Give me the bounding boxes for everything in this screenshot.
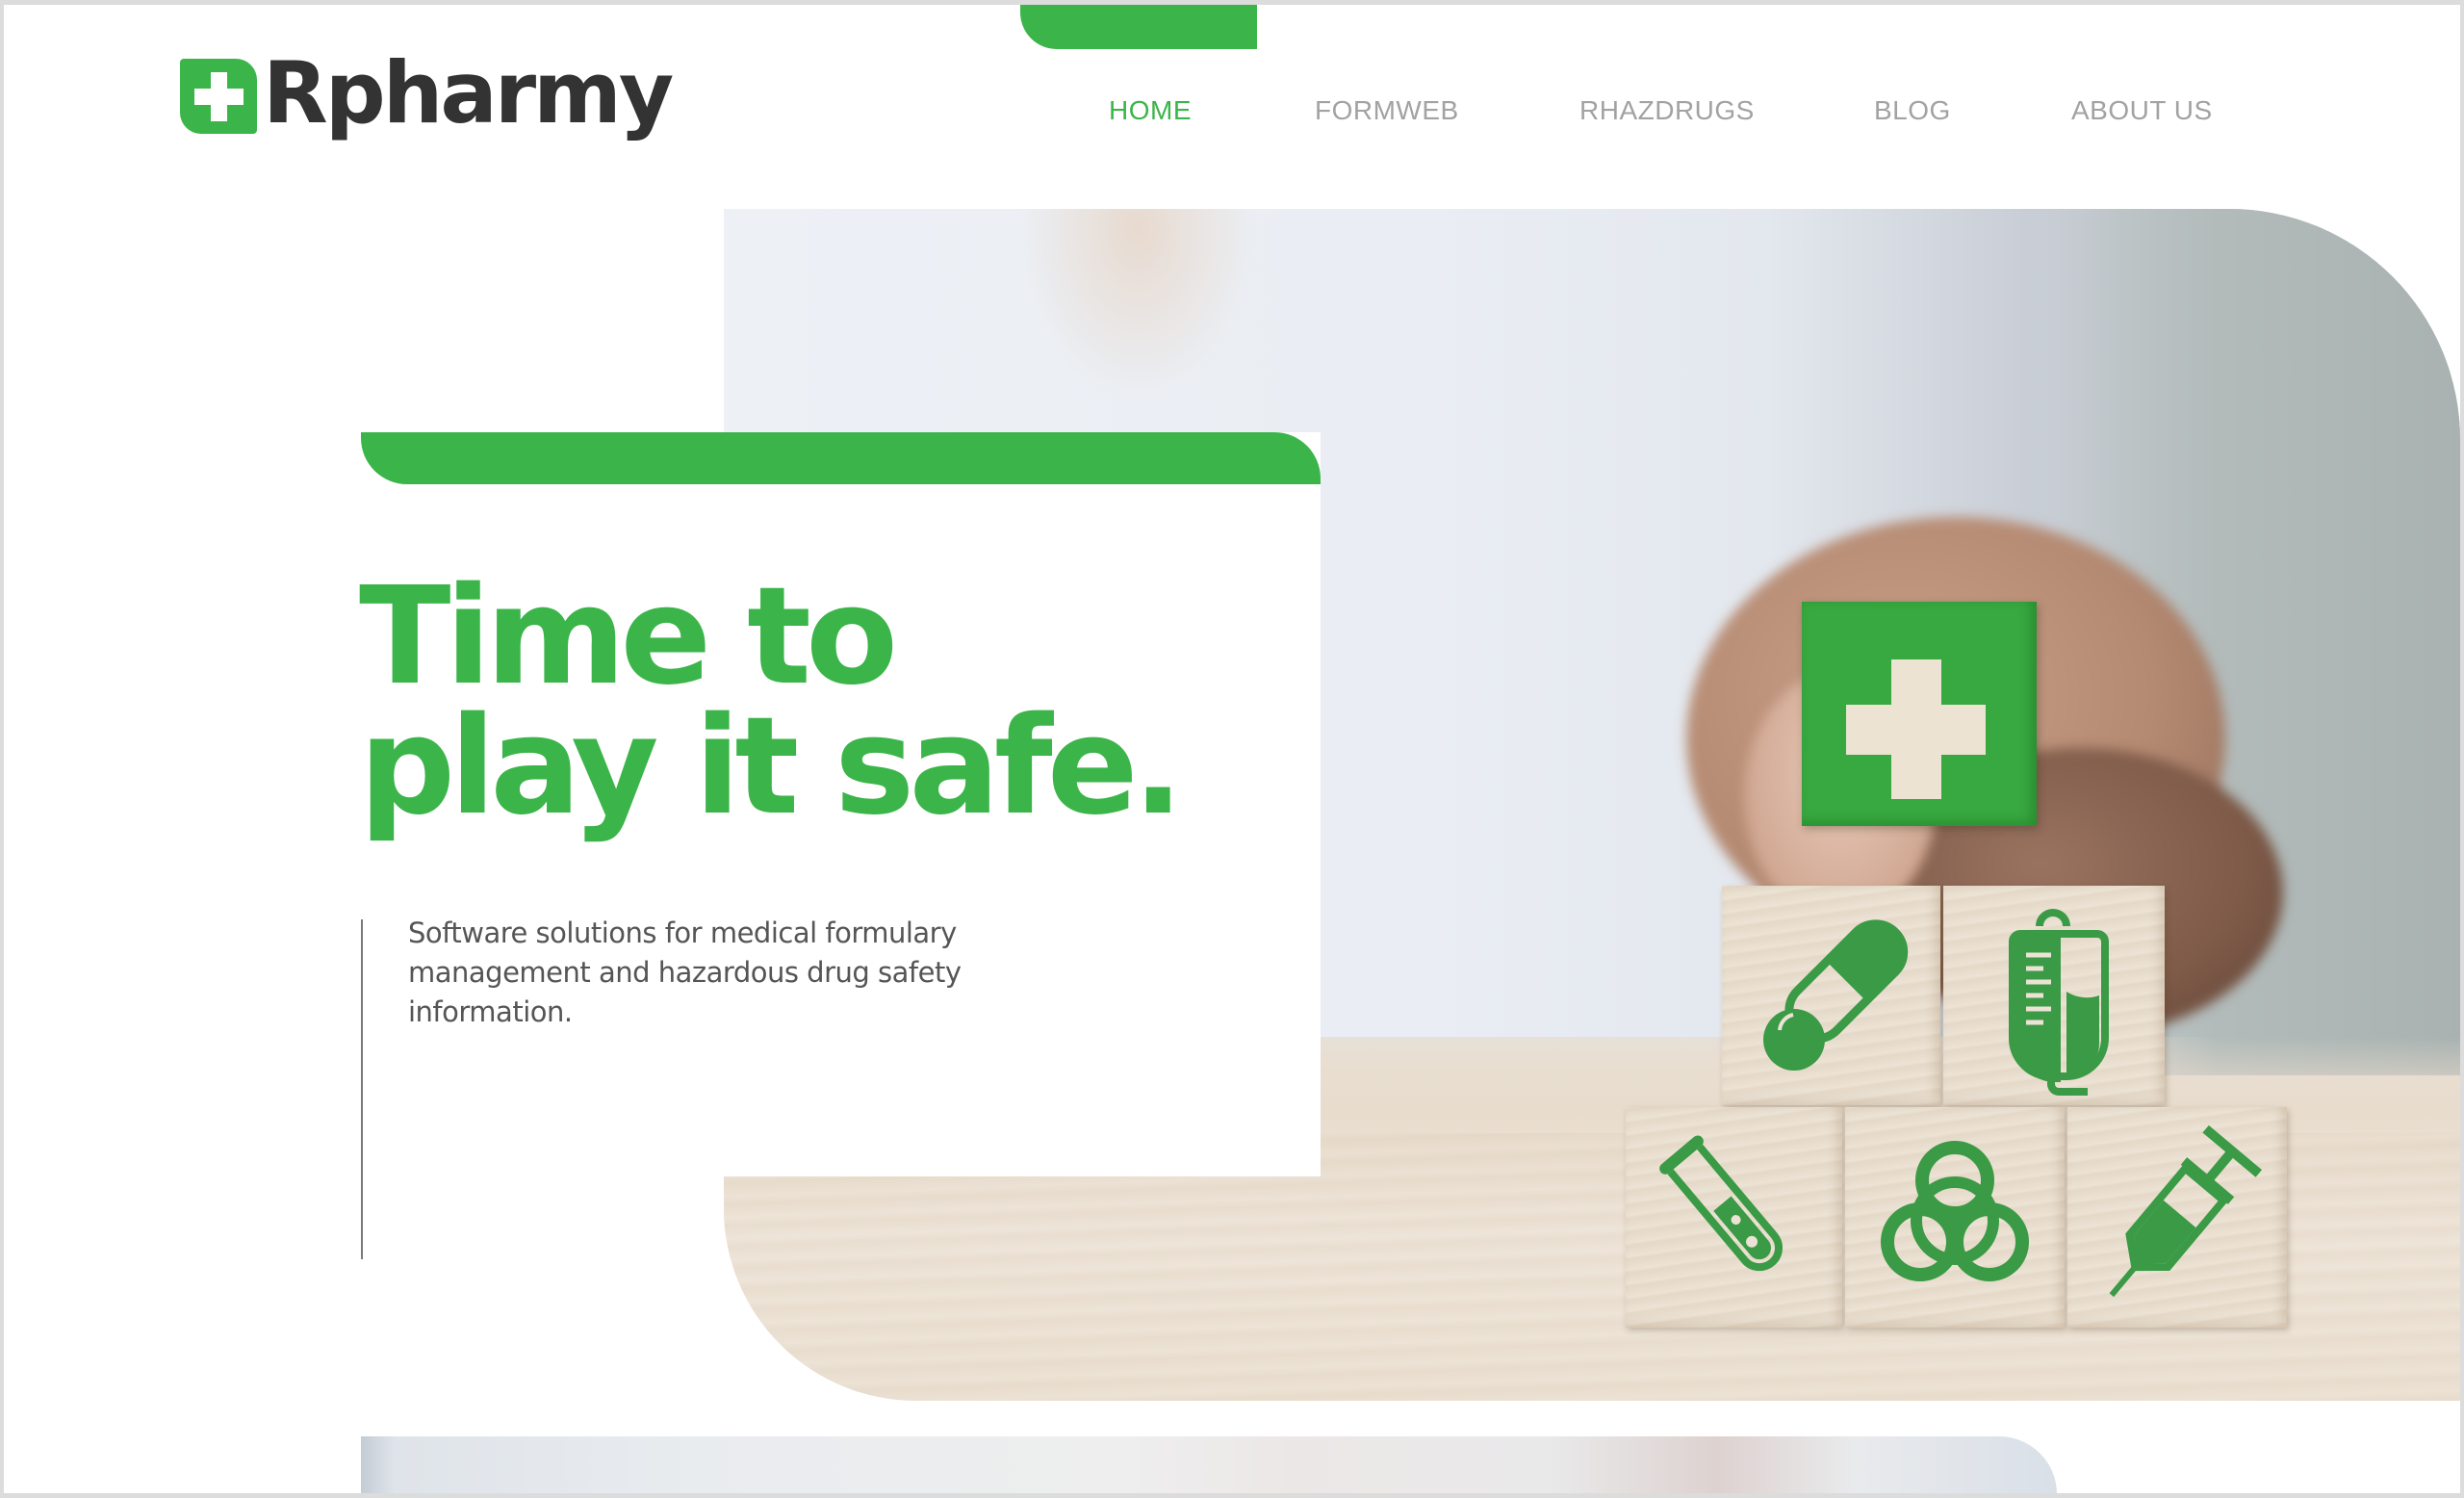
main-nav: HOME FORMWEB RHAZDRUGS BLOG ABOUT US: [4, 91, 2460, 130]
nav-rhazdrugs[interactable]: RHAZDRUGS: [1579, 91, 1755, 130]
active-nav-indicator-tab: [1020, 5, 1257, 49]
test-tube-icon: [1659, 1135, 1783, 1272]
nav-about-us[interactable]: ABOUT US: [2071, 91, 2213, 130]
subtitle-divider: [361, 919, 363, 1259]
page: Rpharmy HOME FORMWEB RHAZDRUGS BLOG ABOU…: [4, 5, 2460, 1493]
block-pills: [1722, 886, 1940, 1105]
nav-home[interactable]: HOME: [1109, 91, 1192, 130]
block-test-tube: [1626, 1107, 1842, 1328]
iv-bag-icon: [2008, 909, 2109, 1096]
hero-subtitle: Software solutions for medical formulary…: [408, 917, 962, 1028]
block-syringe: [2067, 1107, 2287, 1328]
hero-headline-line2: play it safe.: [359, 688, 1184, 845]
medical-cross-icon: [1846, 659, 1986, 799]
biohazard-icon: [1881, 1141, 2029, 1281]
pills-capsule-icon: [1763, 919, 1909, 1071]
hero-headline-line1: Time to: [359, 558, 898, 715]
block-medical-cross: [1802, 602, 2037, 826]
hero-card: Time to play it safe.: [359, 432, 1321, 1176]
block-iv-bag: [1943, 886, 2165, 1105]
nav-formweb[interactable]: FORMWEB: [1315, 91, 1459, 130]
syringe-icon: [2109, 1124, 2262, 1298]
block-biohazard: [1845, 1107, 2065, 1328]
hero-card-accent-bar: [361, 432, 1321, 484]
next-section-image-preview: [361, 1436, 2057, 1493]
nav-blog[interactable]: BLOG: [1874, 91, 1951, 130]
hero-headline: Time to play it safe.: [359, 558, 1184, 845]
